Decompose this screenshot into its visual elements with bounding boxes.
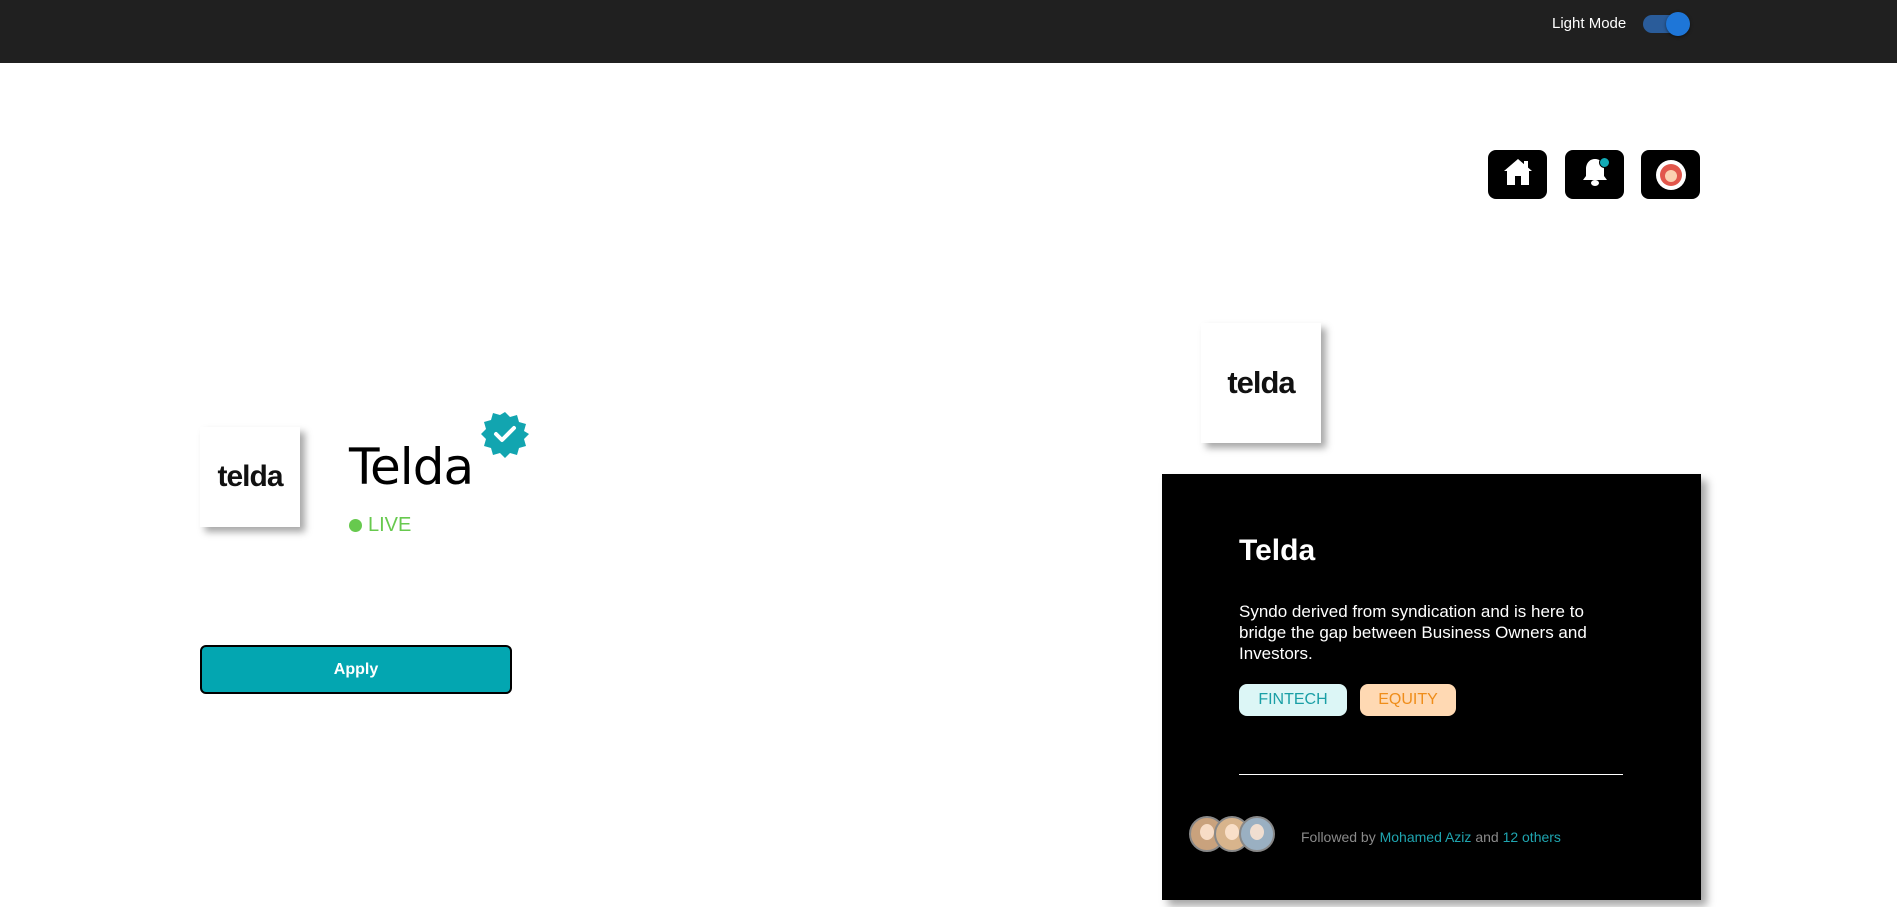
notification-dot: [1599, 157, 1610, 168]
company-name: Telda: [349, 438, 474, 496]
home-icon: [1502, 156, 1534, 193]
home-button[interactable]: [1488, 150, 1547, 199]
follower-name-link[interactable]: Mohamed Aziz: [1380, 829, 1472, 845]
follower-avatars[interactable]: [1189, 816, 1275, 852]
tag-equity[interactable]: EQUITY: [1360, 684, 1456, 716]
mode-label: Light Mode: [1552, 15, 1627, 32]
toggle-knob: [1666, 12, 1690, 36]
top-bar: Light Mode: [0, 0, 1897, 63]
followed-prefix: Followed by: [1301, 829, 1376, 845]
tag-fintech[interactable]: FINTECH: [1239, 684, 1347, 716]
card-title: Telda: [1239, 534, 1316, 567]
avatar: [1239, 816, 1275, 852]
card-company-logo: telda: [1201, 323, 1321, 443]
notifications-button[interactable]: [1565, 150, 1624, 199]
divider: [1239, 774, 1623, 775]
followed-conjunction: and: [1475, 829, 1499, 845]
others-link[interactable]: 12 others: [1503, 829, 1561, 845]
avatar: [1655, 159, 1686, 190]
status-badge: LIVE: [349, 514, 411, 537]
company-logo: telda: [200, 427, 300, 527]
card-description: Syndo derived from syndication and is he…: [1239, 602, 1587, 663]
status-label: LIVE: [368, 514, 412, 536]
followers-text: Followed by Mohamed Aziz and 12 others: [1301, 829, 1561, 845]
company-card: Telda Syndo derived from syndication and…: [1162, 474, 1701, 900]
light-mode-toggle[interactable]: [1643, 12, 1690, 36]
live-dot-icon: [349, 519, 362, 532]
apply-button[interactable]: Apply: [200, 645, 512, 694]
verified-badge-icon: [481, 410, 529, 458]
profile-button[interactable]: [1641, 150, 1700, 199]
